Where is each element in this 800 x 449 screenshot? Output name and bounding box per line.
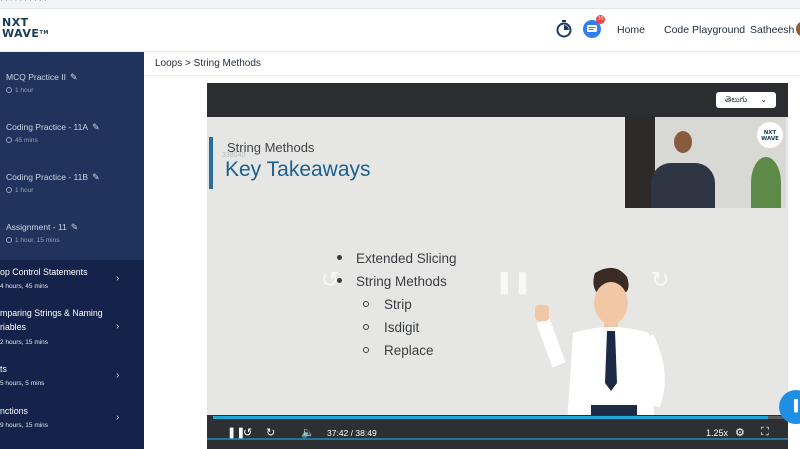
player-bottom-accent: [207, 438, 788, 440]
sidebar-item-title: Coding Practice - 11A ✎: [6, 122, 100, 132]
user-name[interactable]: Satheesh: [750, 24, 794, 36]
section-title: nctions: [0, 406, 28, 416]
section-duration: 9 hours, 15 mins: [0, 422, 49, 429]
chevron-right-icon: ›: [116, 273, 120, 284]
instructor-webcam: NXT WAVE: [625, 117, 786, 208]
section-title-line-2: riables: [0, 322, 26, 332]
chevron-right-icon: ›: [116, 370, 120, 381]
sidebar-section-functions[interactable]: nctions 9 hours, 15 mins ›: [0, 394, 144, 449]
duration: 38:49: [355, 428, 377, 438]
player-top-bar: తెలుగు ⌄: [207, 83, 788, 117]
instructor: [651, 163, 715, 208]
divider: [144, 75, 800, 76]
sidebar-item-mcq-practice[interactable]: MCQ Practice II ✎ 1 hour: [0, 52, 144, 102]
nxtwave-logo[interactable]: NXT WAVETM: [2, 17, 49, 39]
sidebar-section-comparing-strings[interactable]: mparing Strings & Naming riables 2 hours…: [0, 302, 144, 352]
logo-tm: TM: [39, 30, 49, 36]
sidebar-item-duration: 45 mins: [6, 137, 38, 144]
stopwatch-icon[interactable]: [554, 19, 574, 39]
section-title: op Control Statements: [0, 267, 88, 277]
bullet-item: String Methods: [337, 274, 447, 289]
chevron-down-icon: ⌄: [760, 95, 767, 104]
sidebar-item-assignment-11[interactable]: Assignment - 11 ✎ 1 hour, 15 mins: [0, 202, 144, 260]
time-display: 37:42 / 38:49: [327, 428, 377, 438]
logo-line-2: WAVE: [2, 27, 40, 40]
language-select[interactable]: తెలుగు ⌄: [716, 92, 776, 108]
section-title: ts: [0, 364, 7, 374]
chevron-right-icon: ›: [116, 321, 120, 332]
bullet-ring: [363, 301, 369, 307]
playback-speed[interactable]: 1.25x: [706, 428, 728, 438]
clock-icon: [6, 187, 12, 193]
notification-badge: 10: [596, 15, 605, 24]
sidebar-item-title: Assignment - 11 ✎: [6, 222, 79, 232]
edit-icon: ✎: [92, 122, 100, 132]
sidebar-item-duration: 1 hour: [6, 87, 33, 94]
slide-title: Key Takeaways: [225, 158, 371, 181]
top-strip-text: · · · · · · · · · ·: [0, 0, 47, 5]
sub-bullet-item: Strip: [363, 297, 412, 312]
sidebar-item-title: MCQ Practice II ✎: [6, 72, 78, 82]
sub-bullet-item: Isdigit: [363, 320, 419, 335]
browser-top-strip: · · · · · · · · · ·: [0, 0, 800, 9]
current-time: 37:42: [327, 428, 349, 438]
sidebar-section-loop-control[interactable]: op Control Statements 4 hours, 45 mins ›: [0, 260, 144, 302]
breadcrumb[interactable]: Loops > String Methods: [155, 58, 261, 69]
webcam-logo: NXT WAVE: [757, 122, 783, 148]
bullet-ring: [363, 324, 369, 330]
player-controls: ❚❚ ↺ ↻ 🔈 37:42 / 38:49 1.25x ⚙ ⛶: [207, 419, 788, 449]
section-duration: 4 hours, 45 mins: [0, 283, 49, 290]
video-frame[interactable]: String Methods 338040 Key Takeaways NXT …: [207, 117, 788, 415]
sidebar-item-coding-practice-11a[interactable]: Coding Practice - 11A ✎ 45 mins: [0, 102, 144, 152]
bullet-dot: [337, 255, 342, 260]
edit-icon: ✎: [92, 172, 100, 182]
bullet-item: Extended Slicing: [337, 251, 457, 266]
video-player[interactable]: తెలుగు ⌄ String Methods 338040 Key Takea…: [207, 83, 788, 449]
time-separator: /: [350, 428, 354, 438]
course-sidebar: MCQ Practice II ✎ 1 hour Coding Practice …: [0, 52, 144, 449]
sidebar-item-title: Coding Practice - 11B ✎: [6, 172, 100, 182]
sidebar-item-duration: 1 hour, 15 mins: [6, 237, 59, 244]
section-duration: 2 hours, 15 mins: [0, 339, 49, 346]
edit-icon: ✎: [70, 222, 79, 232]
rewind-overlay-icon[interactable]: ↺: [321, 267, 339, 293]
sidebar-item-duration: 1 hour: [6, 187, 33, 194]
sidebar-section-lists[interactable]: ts 5 hours, 5 mins ›: [0, 352, 144, 394]
clock-icon: [6, 237, 12, 243]
section-duration: 5 hours, 5 mins: [0, 380, 45, 387]
nav-home[interactable]: Home: [617, 24, 645, 36]
sub-bullet-item: Replace: [363, 343, 434, 358]
nav-code-playground[interactable]: Code Playground: [664, 24, 745, 36]
section-title: mparing Strings & Naming: [0, 308, 103, 318]
pause-overlay-icon[interactable]: ❚❚: [495, 269, 532, 295]
clock-icon: [6, 137, 12, 143]
avatar[interactable]: [796, 21, 800, 37]
language-value: తెలుగు: [725, 95, 748, 104]
top-header: NXT WAVETM 10 Home Code Playground Sathe…: [0, 9, 800, 52]
plant: [751, 157, 781, 208]
edit-icon: ✎: [69, 72, 78, 82]
clock-icon: [6, 87, 12, 93]
chat-bubble-icon: ▌: [794, 400, 800, 412]
sidebar-item-coding-practice-11b[interactable]: Coding Practice - 11B ✎ 1 hour: [0, 152, 144, 202]
slide-accent-bar: [209, 137, 213, 189]
chevron-right-icon: ›: [116, 412, 120, 423]
bullet-ring: [363, 347, 369, 353]
cartoon-presenter: [535, 267, 665, 415]
